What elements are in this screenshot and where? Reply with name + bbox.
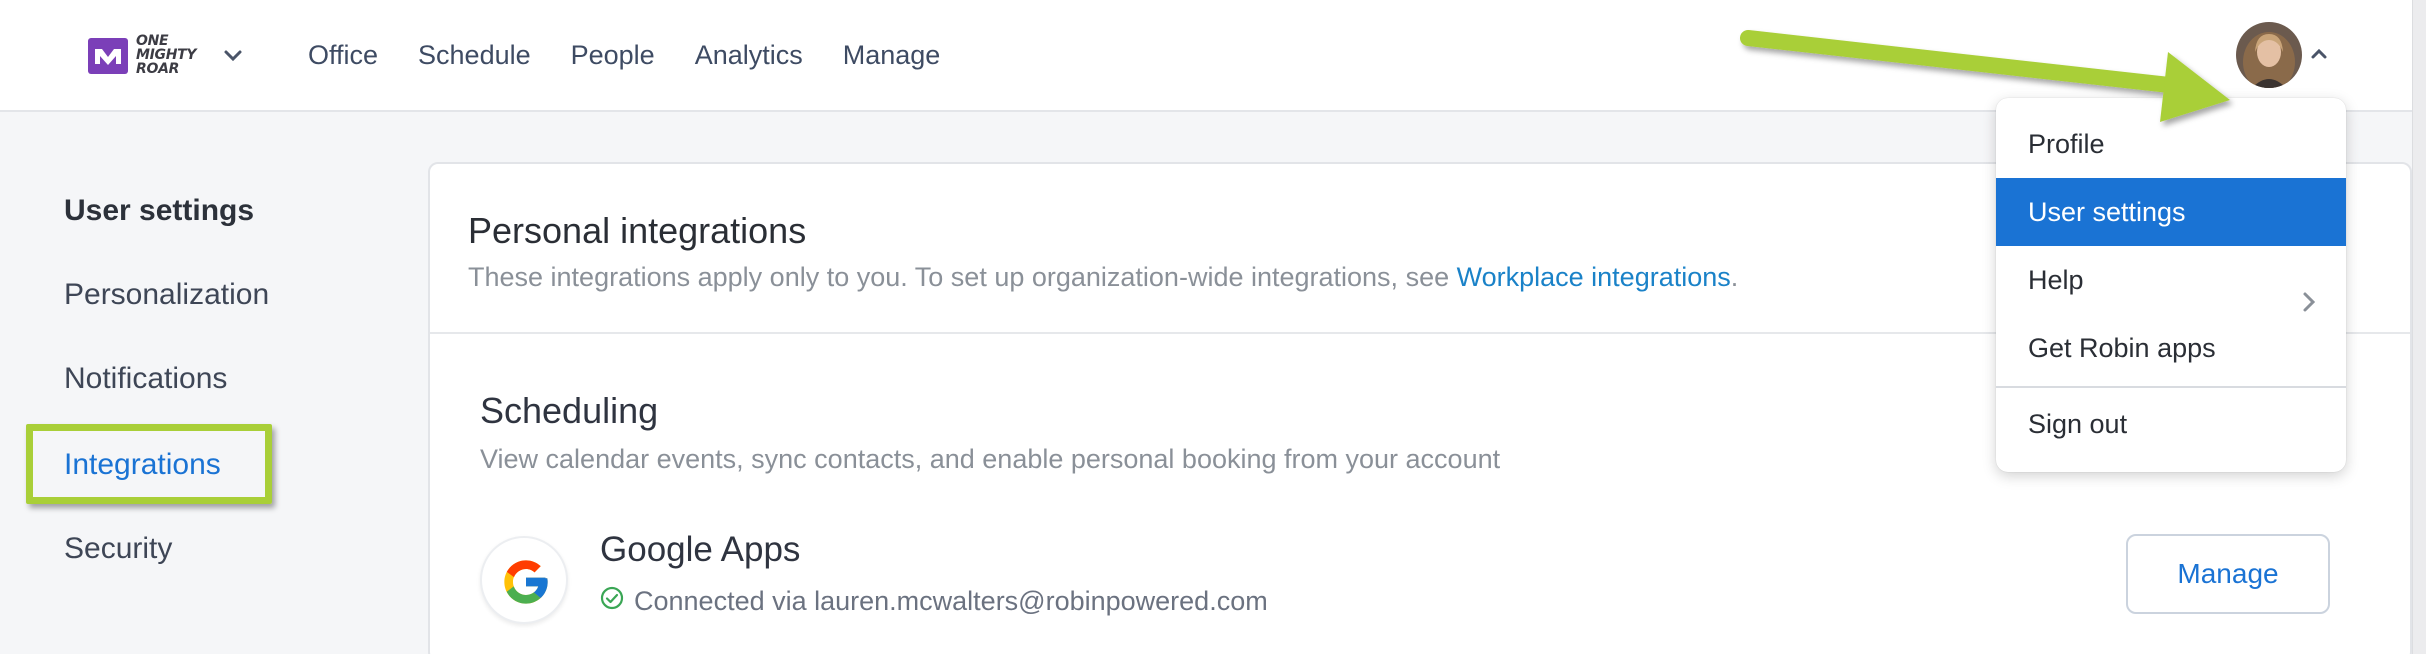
annotation-highlight-box: [26, 424, 272, 504]
check-circle-icon: [600, 586, 624, 617]
section-title: Scheduling: [480, 390, 659, 431]
google-icon: [480, 536, 568, 624]
nav-people[interactable]: People: [571, 38, 655, 72]
logo-wordmark: ONE MIGHTY ROAR: [136, 33, 197, 77]
menu-item-help[interactable]: Help: [1996, 246, 2346, 314]
user-menu-dropdown: Profile User settings Help Get Robin app…: [1996, 98, 2346, 472]
page-subtitle: These integrations apply only to you. To…: [468, 262, 1738, 293]
menu-item-user-settings[interactable]: User settings: [1996, 178, 2346, 246]
section-description: View calendar events, sync contacts, and…: [480, 444, 1501, 474]
menu-item-help-label: Help: [2028, 265, 2084, 295]
nav-office[interactable]: Office: [308, 38, 378, 72]
nav-manage[interactable]: Manage: [843, 38, 941, 72]
chevron-right-icon: [2302, 270, 2316, 312]
page-scrollbar[interactable]: [2412, 0, 2426, 654]
user-avatar[interactable]: [2236, 22, 2302, 88]
settings-sidebar: User settings Personalization Notificati…: [0, 112, 420, 654]
connection-status-text: Connected via lauren.mcwalters@robinpowe…: [634, 586, 1268, 616]
logo-mark-icon: [88, 38, 128, 74]
menu-item-profile[interactable]: Profile: [1996, 110, 2346, 178]
top-navigation-bar: ONE MIGHTY ROAR Office Schedule People A…: [0, 0, 2412, 112]
sidebar-item-personalization[interactable]: Personalization: [64, 278, 269, 312]
manage-button[interactable]: Manage: [2126, 534, 2330, 614]
menu-divider: [1996, 386, 2346, 388]
app-name: Google Apps: [600, 530, 801, 569]
workplace-integrations-link[interactable]: Workplace integrations: [1457, 262, 1731, 292]
subtitle-period: .: [1730, 262, 1739, 292]
chevron-up-icon[interactable]: [2310, 46, 2328, 60]
menu-item-get-robin-apps[interactable]: Get Robin apps: [1996, 314, 2346, 382]
nav-schedule[interactable]: Schedule: [418, 38, 531, 72]
connection-status: Connected via lauren.mcwalters@robinpowe…: [600, 586, 1268, 617]
page-title: Personal integrations: [468, 210, 807, 251]
sidebar-heading: User settings: [64, 194, 255, 227]
nav-analytics[interactable]: Analytics: [695, 38, 803, 72]
main-nav: Office Schedule People Analytics Manage: [308, 38, 940, 72]
sidebar-item-security[interactable]: Security: [64, 532, 172, 566]
sidebar-item-notifications[interactable]: Notifications: [64, 362, 227, 396]
menu-item-sign-out[interactable]: Sign out: [1996, 390, 2346, 458]
company-logo[interactable]: ONE MIGHTY ROAR: [88, 34, 198, 78]
subtitle-text: These integrations apply only to you. To…: [468, 262, 1457, 292]
org-switcher-chevron-icon[interactable]: [222, 48, 244, 64]
